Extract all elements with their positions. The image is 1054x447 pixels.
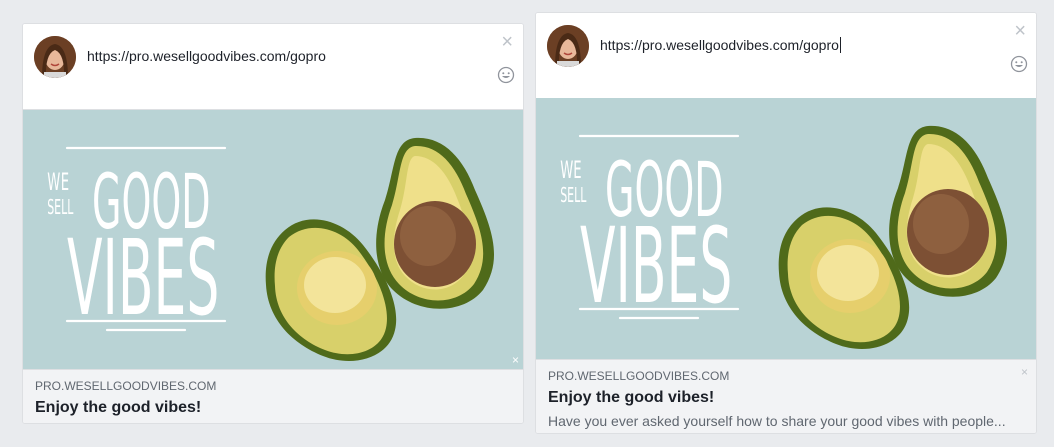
preview-headline[interactable]: Enjoy the good vibes! xyxy=(548,389,1024,407)
link-preview-image[interactable]: WE SELL GOOD VIBES × xyxy=(23,109,523,369)
avocado-half-with-pit xyxy=(889,125,1008,297)
link-preview-image[interactable]: WE SELL GOOD VIBES xyxy=(536,98,1036,359)
logo-vibes-text: VIBES xyxy=(67,219,219,339)
logo-vibes-text: VIBES xyxy=(580,207,732,327)
url-input[interactable]: https://pro.wesellgoodvibes.com/gopro xyxy=(600,37,980,53)
link-preview-card-left: https://pro.wesellgoodvibes.com/gopro × … xyxy=(22,23,524,424)
emoji-icon[interactable] xyxy=(497,66,515,84)
url-input-text: https://pro.wesellgoodvibes.com/gopro xyxy=(600,37,839,53)
link-preview-meta[interactable]: × PRO.WESELLGOODVIBES.COM Enjoy the good… xyxy=(536,359,1036,433)
close-icon[interactable]: × xyxy=(501,32,513,52)
logo-we-text: WE xyxy=(560,156,581,185)
close-icon[interactable]: × xyxy=(1014,21,1026,41)
composer: https://pro.wesellgoodvibes.com/gopro × xyxy=(23,24,523,109)
logo-we-text: WE xyxy=(47,168,69,197)
text-caret xyxy=(839,37,841,53)
link-preview-card-right: https://pro.wesellgoodvibes.com/gopro × … xyxy=(535,12,1037,434)
logo-sell-text: SELL xyxy=(47,195,73,219)
composer: https://pro.wesellgoodvibes.com/gopro × xyxy=(536,13,1036,98)
url-input[interactable]: https://pro.wesellgoodvibes.com/gopro xyxy=(87,48,467,64)
user-avatar xyxy=(34,36,76,78)
link-preview-meta[interactable]: PRO.WESELLGOODVIBES.COM Enjoy the good v… xyxy=(23,369,523,423)
remove-image-icon[interactable]: × xyxy=(512,354,519,366)
preview-headline[interactable]: Enjoy the good vibes! xyxy=(35,399,511,417)
user-avatar xyxy=(547,25,589,67)
good-vibes-avocado-image: WE SELL GOOD VIBES xyxy=(47,137,495,361)
remove-preview-icon[interactable]: × xyxy=(1021,365,1028,379)
emoji-icon[interactable] xyxy=(1010,55,1028,73)
preview-domain: PRO.WESELLGOODVIBES.COM xyxy=(35,379,217,393)
avocado-half-with-pit xyxy=(376,137,495,309)
preview-description: Have you ever asked yourself how to shar… xyxy=(548,413,1006,429)
logo-sell-text: SELL xyxy=(560,183,586,207)
good-vibes-avocado-image: WE SELL GOOD VIBES xyxy=(560,125,1008,349)
preview-domain: PRO.WESELLGOODVIBES.COM xyxy=(548,369,730,383)
